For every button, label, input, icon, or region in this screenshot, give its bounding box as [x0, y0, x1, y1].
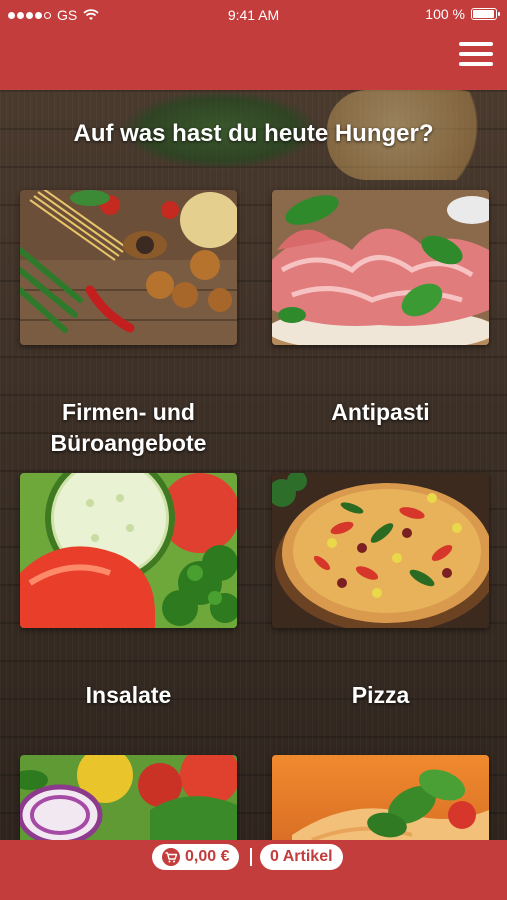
category-tile-antipasti[interactable] — [272, 190, 489, 345]
category-tile-firmen[interactable] — [20, 190, 237, 345]
category-label-pizza[interactable]: Pizza — [272, 680, 489, 711]
app-header: GS 9:41 AM 100 % — [0, 0, 507, 90]
status-right: 100 % — [425, 6, 500, 22]
category-tile-pizza[interactable] — [272, 473, 489, 628]
category-label-pizza-line1: Pizza — [351, 682, 410, 708]
cart-total: 0,00 € — [185, 848, 230, 865]
page-title: Auf was hast du heute Hunger? — [73, 120, 434, 147]
category-screen: Auf was hast du heute Hunger? Firmen- un… — [0, 90, 507, 840]
pasta-ingredients-image — [20, 190, 237, 345]
battery-percentage: 100 % — [425, 6, 465, 22]
salad-tomato-cucumber-image — [20, 473, 237, 628]
cart-item-count: 0 Artikel — [270, 848, 333, 865]
pasta-basil-image — [272, 755, 489, 840]
cart-item-count-button[interactable]: 0 Artikel — [260, 844, 343, 870]
footer-separator — [250, 848, 252, 866]
pizza-image — [272, 473, 489, 628]
category-tile-insalate[interactable] — [20, 473, 237, 628]
cart-total-button[interactable]: 0,00 € — [152, 844, 240, 870]
category-label-firmen-line2: Büroangebote — [50, 430, 207, 456]
category-label-antipasti[interactable]: Antipasti — [272, 397, 489, 428]
battery-fill — [473, 10, 494, 18]
salad-onion-tomato-image — [20, 755, 237, 840]
category-label-firmen[interactable]: Firmen- und Büroangebote — [20, 397, 237, 459]
status-bar: GS 9:41 AM 100 % — [0, 0, 507, 28]
category-tile-5[interactable] — [20, 755, 237, 840]
shopping-cart-icon — [162, 848, 180, 866]
hamburger-menu-icon[interactable] — [459, 42, 493, 72]
ham-platter-image — [272, 190, 489, 345]
category-tile-6[interactable] — [272, 755, 489, 840]
cart-footer: 0,00 € 0 Artikel — [0, 840, 507, 900]
category-label-insalate-line1: Insalate — [85, 682, 172, 708]
category-label-insalate[interactable]: Insalate — [20, 680, 237, 711]
category-label-firmen-line1: Firmen- und — [62, 399, 195, 425]
battery-icon — [471, 8, 500, 20]
category-label-antipasti-line1: Antipasti — [331, 399, 430, 425]
